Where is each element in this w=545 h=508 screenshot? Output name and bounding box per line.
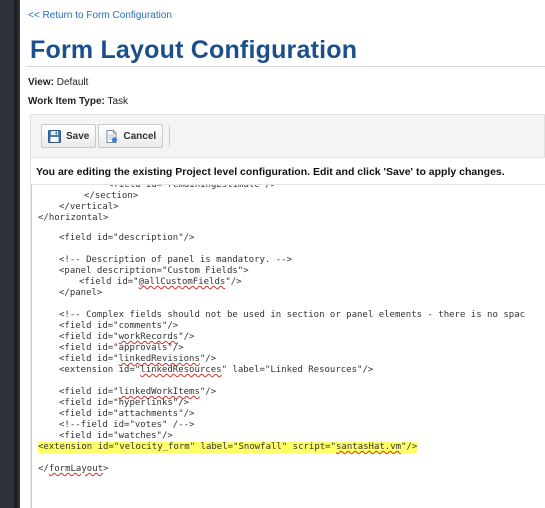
view-info: View: Default: [28, 77, 88, 88]
code-line: <panel description="Custom Fields">: [59, 266, 249, 276]
toolbar: Save Cancel: [41, 123, 171, 149]
code-text: <extension id="velocity_form" label="Sno…: [38, 442, 337, 452]
code-line: <!-- Complex fields should not be used i…: [59, 310, 525, 320]
floppy-disk-icon: [48, 129, 61, 143]
page-content: << Return to Form Configuration Form Lay…: [26, 0, 545, 508]
code-line: <field id="linkedWorkItems"/>: [59, 387, 216, 398]
code-line: <!-- Description of panel is mandatory. …: [59, 255, 292, 265]
code-text: <field id=": [79, 277, 139, 287]
code-line: <field id="watches"/>: [59, 431, 173, 441]
code-line: <extension id="linkedResources" label="L…: [59, 365, 373, 376]
code-line: <field id="linkedRevisions"/>: [59, 354, 216, 365]
code-line: <extension id="velocity_form" label="Sno…: [38, 442, 418, 453]
code-line: <field id="hyperlinks"/>: [59, 398, 190, 408]
page-title: Form Layout Configuration: [30, 36, 358, 64]
code-line: <field id="comments"/>: [59, 321, 179, 331]
toolbar-separator: [169, 125, 171, 147]
view-value: Default: [56, 77, 89, 88]
return-to-form-configuration-link[interactable]: << Return to Form Configuration: [28, 10, 172, 21]
left-sidebar-strip: [0, 0, 20, 508]
work-item-type-info: Work Item Type: Task: [28, 96, 128, 107]
work-item-type-label: Work Item Type:: [28, 96, 105, 107]
code-line: </horizontal>: [38, 213, 109, 223]
code-line: <field id="workRecords"/>: [59, 332, 194, 343]
cancel-button-label: Cancel: [123, 130, 157, 142]
work-item-type-value: Task: [107, 96, 129, 107]
code-text: </: [38, 464, 49, 474]
spellcheck-flagged-word: @allCustomFields: [138, 277, 226, 287]
code-text: "/>: [178, 332, 195, 342]
code-line: </panel>: [59, 288, 103, 298]
code-line: <field id="approvals"/>: [59, 343, 184, 353]
spellcheck-flagged-word: santasHat.vm: [336, 442, 402, 452]
code-text: >: [103, 464, 109, 474]
code-text: <field id=": [59, 332, 119, 342]
spellcheck-flagged-word: linkedResources: [140, 365, 222, 375]
code-text: <extension id=": [59, 365, 141, 375]
code-line: <!--field id="votes" /-->: [59, 420, 195, 430]
spellcheck-flagged-word: formLayout: [48, 464, 104, 474]
code-text: "/>: [225, 277, 242, 287]
code-line: </section>: [84, 191, 139, 201]
code-line: <field id="@allCustomFields"/>: [79, 277, 242, 288]
xml-code-editor[interactable]: <field id="remainingEstimate"/> </section…: [31, 185, 545, 508]
code-line: <field id="description"/>: [59, 233, 195, 243]
code-text: "/>: [401, 442, 418, 452]
code-text: "/>: [199, 354, 217, 364]
view-label: View:: [28, 77, 54, 88]
code-text: <field id=": [59, 387, 119, 397]
code-text: "/>: [199, 387, 217, 397]
editing-notice: You are editing the existing Project lev…: [31, 157, 545, 185]
save-button-label: Save: [66, 130, 90, 142]
cancel-button[interactable]: Cancel: [98, 124, 164, 148]
spellcheck-flagged-word: workRecords: [118, 332, 179, 342]
code-line: </formLayout>: [38, 464, 108, 475]
spellcheck-flagged-word: linkedWorkItems: [118, 387, 200, 397]
code-text: " label="Linked Resources"/>: [221, 365, 374, 375]
cancel-document-icon: [105, 129, 118, 143]
code-line: </vertical>: [59, 202, 119, 212]
configuration-panel: Save Cancel You are editing the existing…: [30, 114, 545, 508]
title-divider: [26, 66, 545, 67]
save-button[interactable]: Save: [41, 124, 97, 148]
spellcheck-flagged-word: linkedRevisions: [118, 354, 200, 364]
code-text: <field id=": [59, 354, 119, 364]
code-line: <field id="attachments"/>: [59, 409, 195, 419]
